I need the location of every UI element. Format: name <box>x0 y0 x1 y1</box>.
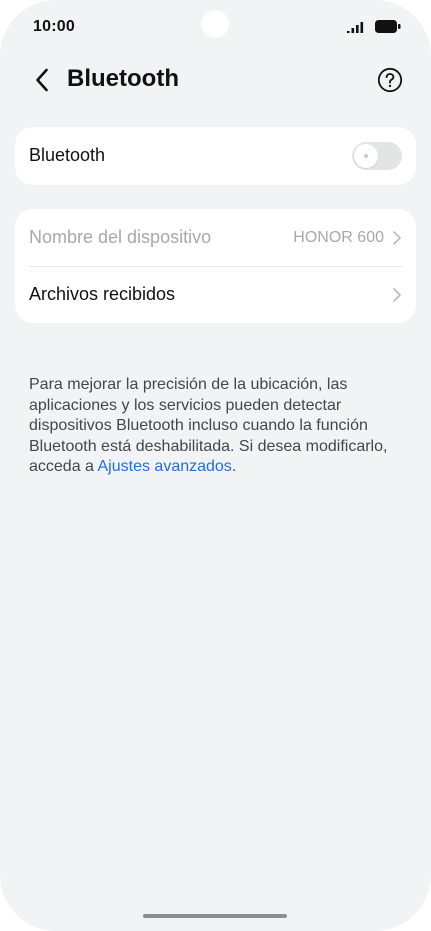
received-files-row[interactable]: Archivos recibidos <box>15 266 416 323</box>
signal-icon <box>347 21 364 33</box>
received-files-label: Archivos recibidos <box>29 284 176 304</box>
status-bar: 10:00 <box>0 0 431 56</box>
status-time: 10:00 <box>33 18 75 35</box>
chevron-left-icon <box>36 68 48 92</box>
status-icons <box>347 20 401 33</box>
toggle-knob <box>354 144 378 168</box>
home-indicator[interactable] <box>143 914 287 918</box>
bluetooth-toggle[interactable] <box>352 142 402 170</box>
bluetooth-row[interactable]: Bluetooth <box>15 127 416 184</box>
chevron-right-icon <box>393 230 401 245</box>
back-button[interactable] <box>28 66 56 94</box>
question-circle-icon[interactable] <box>377 67 403 93</box>
device-name-row[interactable]: Nombre del dispositivo HONOR 600 <box>15 209 416 266</box>
bluetooth-label: Bluetooth <box>29 145 106 165</box>
page-title: Bluetooth <box>67 65 179 92</box>
bluetooth-card: Bluetooth <box>15 127 416 185</box>
battery-icon <box>375 20 401 33</box>
device-name-label: Nombre del dispositivo <box>29 227 212 247</box>
info-suffix: . <box>231 458 237 475</box>
app-bar: Bluetooth <box>0 56 431 104</box>
toggle-dot <box>364 154 368 158</box>
front-camera <box>201 10 229 38</box>
device-card: Nombre del dispositivo HONOR 600 Archivo… <box>15 209 416 323</box>
chevron-right-icon <box>393 287 401 302</box>
phone-screen: 10:00 Bluetooth Bluetooth Nombre del dis… <box>0 0 431 931</box>
advanced-settings-link[interactable]: Ajustes avanzados <box>98 458 232 475</box>
device-name-value: HONOR 600 <box>293 228 384 246</box>
location-info-text: Para mejorar la precisión de la ubicació… <box>29 375 401 478</box>
